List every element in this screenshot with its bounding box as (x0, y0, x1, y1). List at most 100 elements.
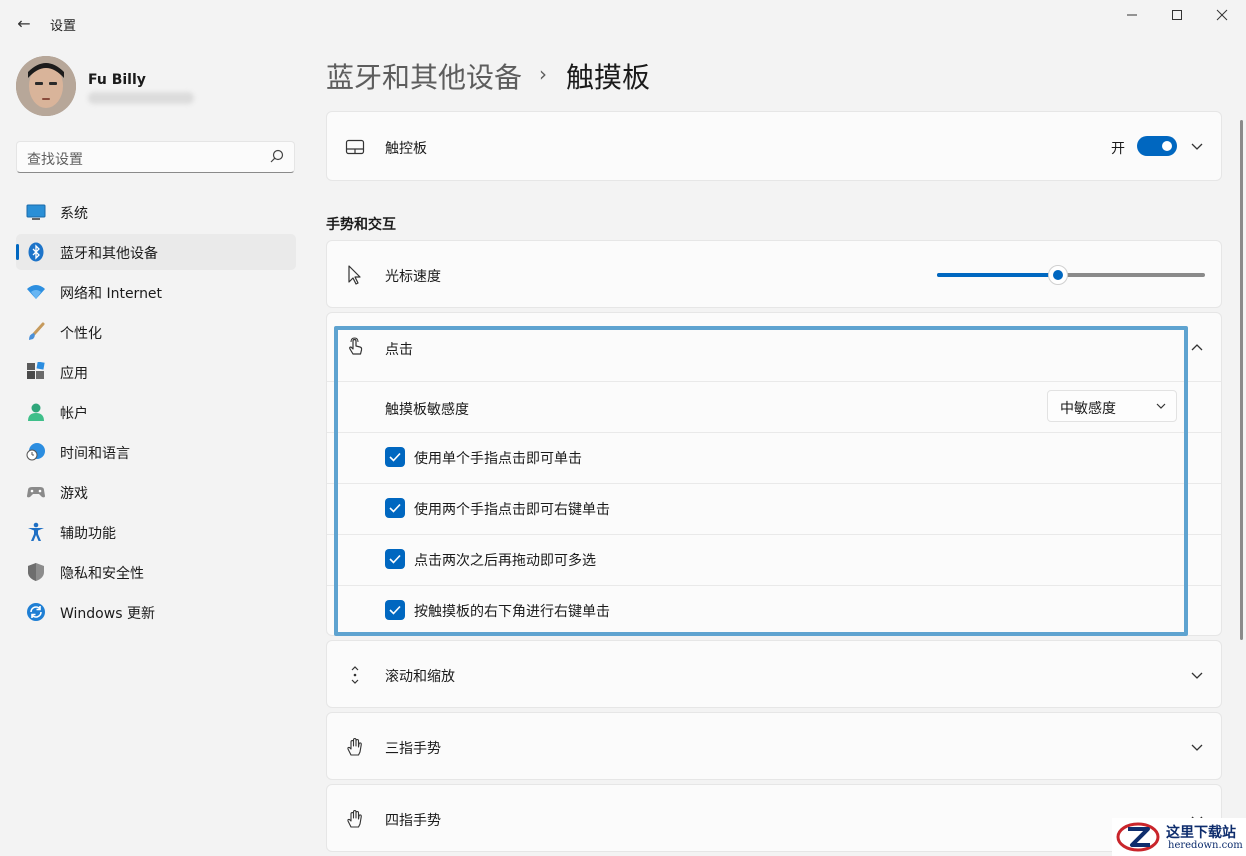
tap-option-row[interactable]: 点击两次之后再拖动即可多选 (327, 534, 1221, 585)
tap-option-row[interactable]: 使用单个手指点击即可单击 (327, 432, 1221, 483)
breadcrumb-parent-link[interactable]: 蓝牙和其他设备 (326, 56, 522, 96)
brush-icon (29, 322, 45, 340)
back-button[interactable]: ← (12, 12, 36, 36)
sidebar-item-label: 帐户 (60, 406, 88, 422)
checkbox-label: 点击两次之后再拖动即可多选 (414, 553, 596, 569)
checkbox[interactable] (385, 447, 405, 467)
scroll-zoom-label: 滚动和缩放 (385, 669, 455, 685)
chevron-down-icon[interactable] (1191, 669, 1203, 681)
sidebar-item-system[interactable]: 系统 (16, 194, 296, 230)
watermark-url: heredown.com (1168, 840, 1243, 851)
close-icon (1216, 9, 1228, 21)
sidebar-item-accounts[interactable]: 帐户 (16, 394, 296, 430)
sidebar-item-label: 应用 (60, 366, 88, 382)
gamepad-icon (27, 487, 45, 498)
maximize-button[interactable] (1154, 6, 1200, 26)
checkmark-icon (389, 605, 401, 615)
app-title: 设置 (50, 19, 77, 34)
avatar-photo (16, 56, 76, 116)
checkbox-label: 按触摸板的右下角进行右键单击 (414, 604, 610, 620)
watermark-logo (1116, 822, 1160, 852)
toggle-knob (1162, 141, 1172, 151)
sidebar-item-accessibility[interactable]: 辅助功能 (16, 514, 296, 550)
sidebar-item-privacy[interactable]: 隐私和安全性 (16, 554, 296, 590)
taps-card: 点击 触摸板敏感度 中敏感度 使用单个手指点击即可单击 使用两个手指点击即可右键… (326, 312, 1222, 636)
sidebar-item-label: 辅助功能 (60, 526, 116, 542)
close-button[interactable] (1199, 6, 1245, 26)
sensitivity-label: 触摸板敏感度 (385, 402, 469, 418)
cursor-icon (348, 265, 361, 285)
sidebar-nav: 系统 蓝牙和其他设备 网络和 Internet 个性化 应用 帐户 时间和语言 … (16, 194, 296, 634)
minimize-icon (1127, 14, 1137, 16)
sidebar-item-windows-update[interactable]: Windows 更新 (16, 594, 296, 630)
update-icon (27, 603, 45, 621)
three-finger-label: 三指手势 (385, 741, 441, 757)
scroll-zoom-card[interactable]: 滚动和缩放 (326, 640, 1222, 708)
four-finger-label: 四指手势 (385, 813, 441, 829)
chevron-down-icon[interactable] (1191, 741, 1203, 753)
breadcrumb-separator: › (539, 62, 547, 86)
tap-option-row[interactable]: 使用两个手指点击即可右键单击 (327, 483, 1221, 534)
sidebar-item-time-language[interactable]: 时间和语言 (16, 434, 296, 470)
sidebar-item-label: 蓝牙和其他设备 (60, 246, 158, 262)
three-finger-card[interactable]: 三指手势 (326, 712, 1222, 780)
tap-hand-icon (349, 337, 363, 355)
checkbox-label: 使用单个手指点击即可单击 (414, 451, 582, 467)
title-bar: ← 设置 (0, 0, 1246, 44)
taps-header[interactable]: 点击 (327, 313, 1221, 381)
section-title: 手势和交互 (326, 217, 396, 233)
shield-icon (28, 563, 44, 581)
search-box[interactable]: 查找设置 (16, 141, 295, 173)
checkbox[interactable] (385, 600, 405, 620)
avatar[interactable] (16, 56, 76, 116)
apps-icon (27, 362, 45, 379)
scroll-icon (351, 666, 359, 684)
accessibility-icon (28, 522, 44, 541)
checkmark-icon (389, 554, 401, 564)
chevron-down-icon[interactable] (1191, 140, 1203, 152)
checkmark-icon (389, 503, 401, 513)
user-name: Fu Billy (88, 72, 146, 88)
checkbox[interactable] (385, 549, 405, 569)
three-finger-hand-icon (347, 737, 362, 756)
user-email-blurred (88, 92, 194, 104)
sidebar-item-bluetooth[interactable]: 蓝牙和其他设备 (16, 234, 296, 270)
sidebar-item-personalization[interactable]: 个性化 (16, 314, 296, 350)
chevron-down-icon (1156, 403, 1166, 409)
chevron-up-icon[interactable] (1191, 342, 1203, 354)
sidebar-item-label: 时间和语言 (60, 446, 130, 462)
minimize-button[interactable] (1109, 6, 1155, 26)
slider-thumb[interactable] (1047, 265, 1068, 285)
four-finger-card[interactable]: 四指手势 (326, 784, 1222, 852)
divider (327, 381, 1221, 382)
sensitivity-value: 中敏感度 (1060, 401, 1116, 417)
cursor-speed-card: 光标速度 (326, 240, 1222, 308)
watermark: 这里下载站 heredown.com (1112, 818, 1246, 856)
tap-option-row[interactable]: 按触摸板的右下角进行右键单击 (327, 585, 1221, 636)
search-icon (270, 149, 284, 163)
taps-label: 点击 (385, 342, 413, 358)
monitor-icon (26, 204, 46, 220)
sidebar-item-apps[interactable]: 应用 (16, 354, 296, 390)
toggle-state-label: 开 (1111, 141, 1125, 157)
search-input[interactable]: 查找设置 (27, 149, 83, 169)
sidebar-item-label: Windows 更新 (60, 606, 155, 622)
checkbox[interactable] (385, 498, 405, 518)
sidebar-item-label: 游戏 (60, 486, 88, 502)
cursor-speed-label: 光标速度 (385, 269, 441, 285)
checkbox-label: 使用两个手指点击即可右键单击 (414, 502, 610, 518)
touchpad-label: 触控板 (385, 141, 427, 157)
page-title: 触摸板 (566, 61, 651, 94)
touchpad-card[interactable]: 触控板 开 (326, 111, 1222, 181)
scrollbar[interactable] (1240, 120, 1243, 640)
touchpad-toggle[interactable] (1137, 136, 1177, 156)
sidebar-item-network[interactable]: 网络和 Internet (16, 274, 296, 310)
cursor-speed-slider[interactable] (937, 265, 1205, 285)
person-icon (28, 403, 44, 421)
checkmark-icon (389, 452, 401, 462)
sensitivity-dropdown[interactable]: 中敏感度 (1047, 390, 1177, 422)
sidebar-item-label: 网络和 Internet (60, 286, 163, 302)
sidebar-item-gaming[interactable]: 游戏 (16, 474, 296, 510)
four-finger-hand-icon (347, 809, 362, 828)
wifi-icon (27, 285, 45, 299)
